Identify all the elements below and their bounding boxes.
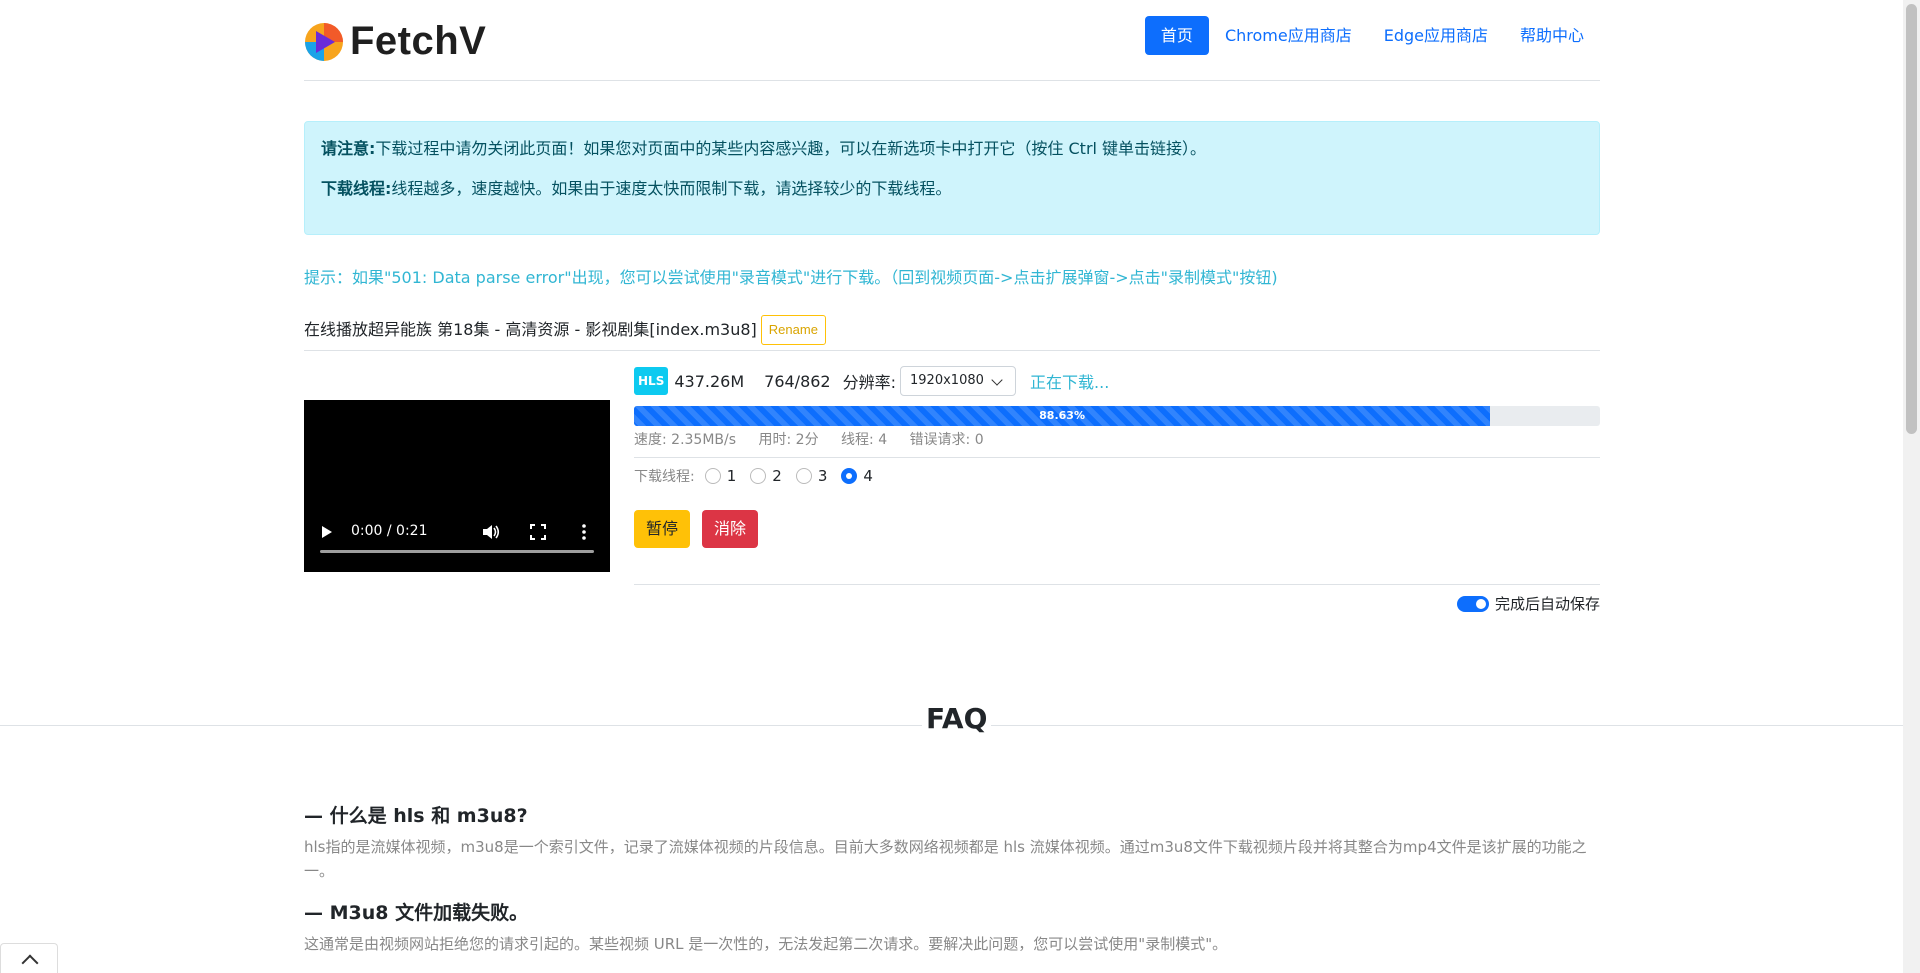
resolution-select[interactable]: 1920x1080 <box>900 366 1017 396</box>
nav-edge-store[interactable]: Edge应用商店 <box>1368 16 1504 55</box>
volume-icon[interactable] <box>482 524 500 540</box>
progress-fill: 88.63% <box>634 406 1491 426</box>
notice-text-1: 下载过程中请勿关闭此页面！如果您对页面中的某些内容感兴趣，可以在新选项卡中打开它… <box>375 139 1207 158</box>
play-icon[interactable] <box>322 526 332 538</box>
chevron-down-icon <box>991 374 1003 386</box>
scrollbar-thumb[interactable] <box>1906 4 1917 434</box>
file-size: 437.26M <box>674 371 745 391</box>
threads-label: 下载线程: <box>634 469 695 485</box>
thread-option-1[interactable]: 1 <box>704 467 737 485</box>
errors-stat: 错误请求: 0 <box>909 432 984 448</box>
notice-line-2: 下载线程:线程越多，速度越快。如果由于速度太快而限制下载，请选择较少的下载线程。 <box>321 177 1583 201</box>
thread-option-label: 2 <box>772 467 782 485</box>
brand-name: FetchV <box>350 19 487 63</box>
thread-option-4[interactable]: 4 <box>841 467 873 485</box>
toggle-switch-icon[interactable] <box>1456 595 1489 612</box>
faq-answer-2: 这通常是由视频网站拒绝您的请求引起的。某些视频 URL 是一次性的，无法发起第二… <box>304 935 1228 953</box>
thread-option-label: 4 <box>863 467 873 485</box>
logo[interactable]: FetchV <box>304 19 486 64</box>
notice-line-1: 请注意:下载过程中请勿关闭此页面！如果您对页面中的某些内容感兴趣，可以在新选项卡… <box>321 137 1583 161</box>
site-header: FetchV 首页 Chrome应用商店 Edge应用商店 帮助中心 <box>304 0 1600 81</box>
notice-alert: 请注意:下载过程中请勿关闭此页面！如果您对页面中的某些内容感兴趣，可以在新选项卡… <box>304 121 1600 235</box>
faq-question-2: — M3u8 文件加载失败。 <box>304 902 529 924</box>
fullscreen-icon[interactable] <box>530 524 546 540</box>
resolution-value: 1920x1080 <box>910 373 984 388</box>
faq-title: FAQ <box>922 700 992 738</box>
file-title: 在线播放超异能族 第18集 - 高清资源 - 影视剧集[index.m3u8] <box>304 320 757 339</box>
main-nav: 首页 Chrome应用商店 Edge应用商店 帮助中心 <box>1144 16 1600 55</box>
thread-option-2[interactable]: 2 <box>750 467 782 485</box>
hls-badge: HLS <box>634 367 669 395</box>
radio-icon[interactable] <box>750 468 767 484</box>
fetchv-logo-icon <box>305 22 343 61</box>
video-controls: 0:00 / 0:21 <box>304 512 610 572</box>
video-player[interactable]: 0:00 / 0:21 <box>304 400 610 572</box>
back-to-top-button[interactable] <box>0 943 58 973</box>
download-progress-bar: 88.63% <box>634 406 1600 426</box>
nav-home[interactable]: 首页 <box>1144 16 1209 55</box>
file-title-row: 在线播放超异能族 第18集 - 高清资源 - 影视剧集[index.m3u8] … <box>304 315 1600 351</box>
nav-chrome-store[interactable]: Chrome应用商店 <box>1209 16 1368 55</box>
download-stats: 速度: 2.35MB/s 用时: 2分 线程: 4 错误请求: 0 <box>634 429 1600 458</box>
thread-option-label: 1 <box>726 467 737 485</box>
more-options-icon[interactable] <box>582 524 586 540</box>
download-info-row: HLS 437.26M 764/862 分辨率: 1920x1080 正在下载.… <box>634 362 1600 400</box>
thread-selector: 下载线程: 1 2 3 4 <box>634 462 1600 490</box>
fragment-count: 764/862 <box>764 371 831 391</box>
speed-stat: 速度: 2.35MB/s <box>634 432 737 448</box>
radio-icon[interactable] <box>795 468 812 484</box>
tip-text: 提示：如果"501: Data parse error"出现，您可以尝试使用"录… <box>304 268 1278 287</box>
faq-question-1: — 什么是 hls 和 m3u8? <box>304 805 528 827</box>
threads-stat: 线程: 4 <box>841 432 888 448</box>
thread-option-3[interactable]: 3 <box>795 467 828 485</box>
nav-help-center[interactable]: 帮助中心 <box>1504 16 1600 55</box>
rename-button[interactable]: Rename <box>760 315 826 345</box>
resolution-label: 分辨率: <box>842 373 897 392</box>
notice-label-2: 下载线程: <box>321 179 392 198</box>
faq-answer-1: hls指的是流媒体视频，m3u8是一个索引文件，记录了流媒体视频的片段信息。目前… <box>304 838 1587 880</box>
autosave-label: 完成后自动保存 <box>1494 595 1600 613</box>
notice-text-2: 线程越多，速度越快。如果由于速度太快而限制下载，请选择较少的下载线程。 <box>391 179 952 198</box>
notice-label-1: 请注意: <box>321 139 376 158</box>
cancel-button[interactable]: 消除 <box>702 510 759 548</box>
radio-icon[interactable] <box>704 468 721 484</box>
radio-selected-icon[interactable] <box>841 468 858 484</box>
video-time: 0:00 / 0:21 <box>351 523 428 539</box>
download-panel: HLS 437.26M 764/862 分辨率: 1920x1080 正在下载.… <box>634 362 1600 613</box>
autosave-toggle[interactable]: 完成后自动保存 <box>1456 593 1600 614</box>
page-scrollbar[interactable] <box>1903 0 1920 973</box>
pause-button[interactable]: 暂停 <box>634 510 691 548</box>
elapsed-stat: 用时: 2分 <box>758 432 819 448</box>
thread-option-label: 3 <box>817 467 828 485</box>
action-buttons: 暂停 消除 <box>634 510 1600 585</box>
download-status: 正在下载... <box>1030 373 1110 392</box>
video-seek-bar[interactable] <box>320 550 594 553</box>
